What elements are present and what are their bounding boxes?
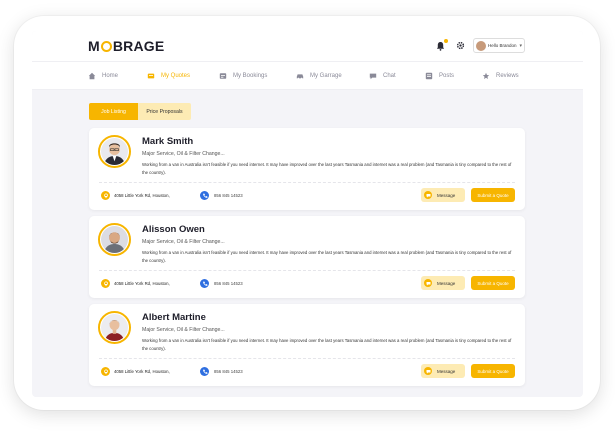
customer-photo xyxy=(101,138,128,165)
message-button[interactable]: Message xyxy=(421,276,465,290)
address: 4058 Little York Rd, Houston, xyxy=(114,193,170,198)
job-card: Mark Smith Major Service, Oil & Filter C… xyxy=(89,128,525,210)
divider xyxy=(99,182,515,183)
nav-item-chat[interactable]: Chat xyxy=(369,72,396,80)
message-button[interactable]: Message xyxy=(421,188,465,202)
tab-price-proposals[interactable]: Price Proposals xyxy=(138,103,191,120)
message-bubble-icon xyxy=(424,279,432,287)
nav-label: Chat xyxy=(383,73,396,79)
nav-label: My Garrage xyxy=(310,73,342,79)
nav-item-reviews[interactable]: Reviews xyxy=(482,72,519,80)
notification-dot xyxy=(444,39,448,43)
nav-item-my-bookings[interactable]: My Bookings xyxy=(219,72,267,80)
location-icon xyxy=(101,367,110,376)
message-label: Message xyxy=(437,280,456,286)
posts-icon xyxy=(425,72,433,80)
location-icon xyxy=(101,191,110,200)
avatar xyxy=(98,311,131,344)
divider xyxy=(99,358,515,359)
reviews-icon xyxy=(482,72,490,80)
tab-job-listing[interactable]: Job Listing xyxy=(89,103,138,120)
phone-icon[interactable] xyxy=(200,191,209,200)
divider xyxy=(99,270,515,271)
submit-quote-button[interactable]: Submit a Quote xyxy=(471,276,515,290)
service-summary: Major Service, Oil & Filter Change... xyxy=(142,239,225,245)
nav-label: My Quotes xyxy=(161,73,191,79)
customer-photo xyxy=(101,226,128,253)
customer-photo xyxy=(101,314,128,341)
customer-name: Albert Martine xyxy=(142,312,206,323)
message-button[interactable]: Message xyxy=(421,364,465,378)
quotes-icon xyxy=(147,73,155,79)
job-card: Albert Martine Major Service, Oil & Filt… xyxy=(89,304,525,386)
main-nav: Home My Quotes My Bookings My Garrage Ch… xyxy=(32,61,583,90)
logo-text-end: BRAGE xyxy=(112,38,165,54)
nav-item-home[interactable]: Home xyxy=(88,72,118,80)
service-summary: Major Service, Oil & Filter Change... xyxy=(142,327,225,333)
app-screen: M BRAGE Hello Brandon ▾ Home My Quotes My… xyxy=(32,31,583,397)
message-bubble-icon xyxy=(424,367,432,375)
logo-text-start: M xyxy=(88,38,100,54)
submit-quote-button[interactable]: Submit a Quote xyxy=(471,364,515,378)
nav-label: Posts xyxy=(439,73,455,79)
job-description: Working from a van in Australia isn't fe… xyxy=(142,162,512,175)
nav-item-my-quotes[interactable]: My Quotes xyxy=(147,72,190,80)
top-bar: M BRAGE Hello Brandon ▾ xyxy=(32,31,583,61)
home-icon xyxy=(88,72,96,80)
phone-number[interactable]: 856 845 14523 xyxy=(214,281,243,286)
avatar xyxy=(98,223,131,256)
user-avatar xyxy=(476,40,486,51)
bell-icon[interactable] xyxy=(436,41,445,51)
bookings-icon xyxy=(219,73,227,79)
user-name: Hello Brandon xyxy=(488,43,517,48)
submit-quote-button[interactable]: Submit a Quote xyxy=(471,188,515,202)
nav-label: My Bookings xyxy=(233,73,268,79)
nav-label: Home xyxy=(102,73,119,79)
chat-icon xyxy=(369,73,377,80)
phone-number[interactable]: 856 845 14523 xyxy=(214,193,243,198)
user-menu-button[interactable]: Hello Brandon ▾ xyxy=(473,38,525,53)
phone-icon[interactable] xyxy=(200,279,209,288)
address: 4058 Little York Rd, Houston, xyxy=(114,281,170,286)
listing-tabs: Job Listing Price Proposals xyxy=(89,103,191,120)
nav-item-my-garrage[interactable]: My Garrage xyxy=(296,72,342,80)
message-bubble-icon xyxy=(424,191,432,199)
nav-item-posts[interactable]: Posts xyxy=(425,72,454,80)
customer-name: Alisson Owen xyxy=(142,224,205,235)
job-description: Working from a van in Australia isn't fe… xyxy=(142,338,512,351)
phone-number[interactable]: 856 845 14523 xyxy=(214,369,243,374)
phone-icon[interactable] xyxy=(200,367,209,376)
chevron-down-icon: ▾ xyxy=(519,42,523,49)
location-icon xyxy=(101,279,110,288)
garage-icon xyxy=(296,74,304,80)
customer-name: Mark Smith xyxy=(142,136,194,147)
message-label: Message xyxy=(437,368,456,374)
service-summary: Major Service, Oil & Filter Change... xyxy=(142,151,225,157)
nav-label: Reviews xyxy=(496,73,519,79)
address: 4058 Little York Rd, Houston, xyxy=(114,369,170,374)
message-label: Message xyxy=(437,192,456,198)
job-description: Working from a van in Australia isn't fe… xyxy=(142,250,512,263)
job-card: Alisson Owen Major Service, Oil & Filter… xyxy=(89,216,525,298)
avatar xyxy=(98,135,131,168)
logo[interactable]: M BRAGE xyxy=(88,38,164,54)
gear-icon[interactable] xyxy=(456,41,465,50)
logo-wheel-icon xyxy=(100,40,112,52)
